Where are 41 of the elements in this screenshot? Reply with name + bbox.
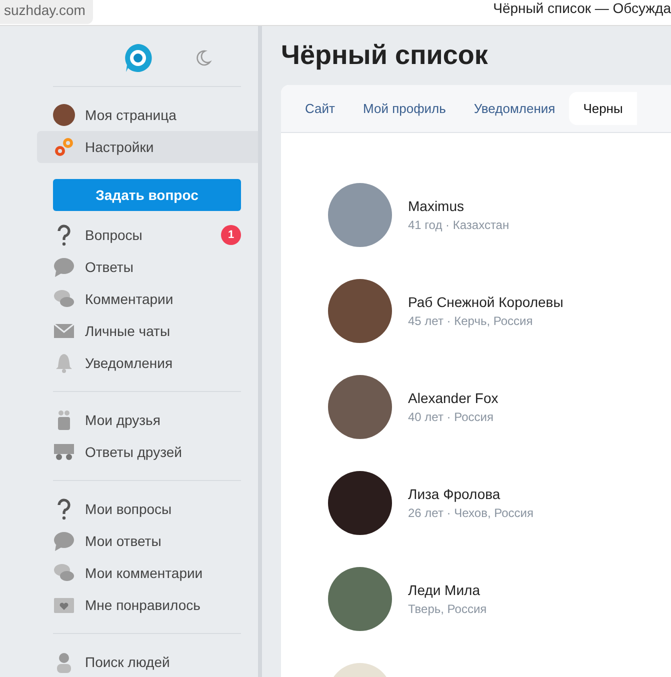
user-details: 26 лет · Чехов, Россия [408,506,534,520]
gears-icon [53,136,75,158]
user-name[interactable]: Леди Мила [408,582,487,598]
avatar-icon [53,104,75,126]
window-title: Чёрный список — Обсужда [493,0,671,16]
comments-icon [53,562,75,584]
sidebar-item[interactable]: Ответы [37,251,258,283]
sidebar-item[interactable]: Уведомления [37,347,258,379]
count-badge: 1 [221,225,241,245]
speech-bubble-icon [53,256,75,278]
sidebar-item[interactable]: Личные чаты [37,315,258,347]
friend-answers-icon [53,441,75,463]
user-name[interactable]: Раб Снежной Королевы [408,294,564,310]
sidebar-item[interactable]: Мне понравилось [37,589,258,621]
logo-icon[interactable] [122,42,154,74]
sidebar-item[interactable]: Моя страница [37,99,258,131]
tab[interactable]: Черны [569,92,637,125]
sidebar-item[interactable]: Мои вопросы [37,493,258,525]
comments-icon [53,288,75,310]
ask-question-button[interactable]: Задать вопрос [53,179,241,211]
sidebar-item[interactable]: Настройки [37,131,258,163]
page-title: Чёрный список [281,40,489,71]
user-details: 41 год · Казахстан [408,218,510,232]
address-bar[interactable]: suzhday.com [0,0,94,24]
user-name[interactable]: Maximus [408,198,510,214]
sidebar-item[interactable]: Мои ответы [37,525,258,557]
tab[interactable]: Сайт [291,92,349,125]
sidebar-item[interactable]: Вопросы 1 [37,219,258,251]
user-name[interactable]: Лиза Фролова [408,486,534,502]
user-details: 45 лет · Керчь, Россия [408,314,534,328]
sidebar-item[interactable]: Мои друзья [37,404,258,436]
sidebar-item[interactable]: Поиск людей [37,646,258,677]
user-name[interactable]: Alexander Fox [408,390,498,406]
user-details: Тверь, Россия [408,602,487,616]
sidebar-item[interactable]: Комментарии [37,283,258,315]
tab[interactable]: Уведомления [460,92,570,125]
sidebar-item[interactable]: Ответы друзей [37,436,258,468]
speech-bubble-icon [53,530,75,552]
sidebar-item[interactable]: Мои комментарии [37,557,258,589]
user-details: 40 лет · Россия [408,410,494,424]
tab[interactable]: Мой профиль [348,92,460,125]
